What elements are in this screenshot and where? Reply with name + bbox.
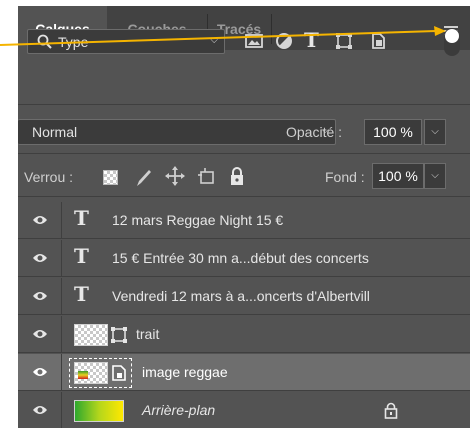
fill-label: Fond : bbox=[325, 169, 365, 185]
lock-transparent-pixels-icon[interactable] bbox=[103, 170, 118, 185]
divider bbox=[18, 153, 470, 154]
lock-label: Verrou : bbox=[24, 169, 74, 185]
text-layer-icon: T bbox=[74, 244, 89, 268]
eye-icon[interactable] bbox=[32, 403, 48, 417]
opacity-field[interactable]: 100 % bbox=[364, 119, 422, 145]
layer-name: image reggae bbox=[142, 364, 228, 380]
image-filter-icon[interactable] bbox=[244, 31, 264, 51]
layer-name: Vendredi 12 mars à a...oncerts d'Albertv… bbox=[112, 288, 370, 304]
shape-filter-icon[interactable] bbox=[334, 31, 354, 51]
layer-thumbnail bbox=[74, 400, 124, 422]
eye-icon[interactable] bbox=[32, 213, 48, 227]
layer-name: 12 mars Reggae Night 15 € bbox=[112, 212, 284, 228]
layer-thumbnail bbox=[74, 362, 108, 384]
divider bbox=[18, 104, 470, 105]
opacity-label: Opacité : bbox=[286, 124, 343, 140]
lock-image-pixels-icon[interactable] bbox=[134, 168, 154, 188]
text-filter-icon[interactable]: T bbox=[304, 28, 324, 52]
divider bbox=[18, 196, 470, 197]
filter-type-label: Type bbox=[58, 34, 89, 50]
layer-row[interactable]: Arrière-plan bbox=[18, 392, 470, 428]
layers-panel: Calques Couches Tracés Type ⌵ T Normal bbox=[18, 6, 470, 428]
tab-separator bbox=[271, 14, 272, 44]
text-layer-icon: T bbox=[74, 282, 89, 306]
divider bbox=[61, 278, 62, 315]
divider bbox=[61, 240, 62, 277]
smart-object-filter-icon[interactable] bbox=[368, 31, 388, 51]
lock-artboard-icon[interactable] bbox=[197, 167, 217, 187]
layer-name: Arrière-plan bbox=[142, 402, 216, 418]
lock-icon[interactable] bbox=[383, 402, 399, 419]
filter-toggle[interactable] bbox=[444, 28, 460, 56]
layer-row[interactable]: trait bbox=[18, 316, 470, 353]
divider bbox=[61, 316, 62, 353]
text-layer-icon: T bbox=[74, 206, 89, 230]
layer-name: trait bbox=[136, 326, 160, 342]
layer-thumbnail bbox=[74, 324, 108, 346]
shape-layer-icon bbox=[111, 327, 127, 343]
eye-icon[interactable] bbox=[32, 365, 48, 379]
lock-position-icon[interactable] bbox=[165, 166, 185, 186]
eye-icon[interactable] bbox=[32, 289, 48, 303]
layer-row[interactable]: T Vendredi 12 mars à a...oncerts d'Alber… bbox=[18, 278, 470, 315]
blend-mode-label: Normal bbox=[32, 124, 78, 140]
layer-name: 15 € Entrée 30 mn a...début des concerts bbox=[112, 250, 369, 266]
divider bbox=[61, 354, 62, 391]
fill-field[interactable]: 100 % bbox=[372, 163, 424, 189]
divider bbox=[61, 392, 62, 428]
filter-type-dropdown[interactable]: Type ⌵ bbox=[27, 29, 225, 54]
layer-row[interactable]: T 12 mars Reggae Night 15 € bbox=[18, 202, 470, 239]
lock-all-icon[interactable] bbox=[227, 166, 247, 186]
adjustment-filter-icon[interactable] bbox=[274, 31, 294, 51]
chevron-down-icon: ⌵ bbox=[210, 35, 218, 46]
smart-object-icon bbox=[112, 365, 126, 381]
layer-row-selected[interactable]: image reggae bbox=[18, 354, 470, 391]
eye-icon[interactable] bbox=[32, 327, 48, 341]
layer-row[interactable]: T 15 € Entrée 30 mn a...début des concer… bbox=[18, 240, 470, 277]
eye-icon[interactable] bbox=[32, 251, 48, 265]
search-icon bbox=[37, 34, 52, 49]
fill-dropdown-button[interactable]: ⌵ bbox=[424, 163, 446, 189]
divider bbox=[61, 202, 62, 239]
opacity-dropdown-button[interactable]: ⌵ bbox=[424, 119, 446, 145]
